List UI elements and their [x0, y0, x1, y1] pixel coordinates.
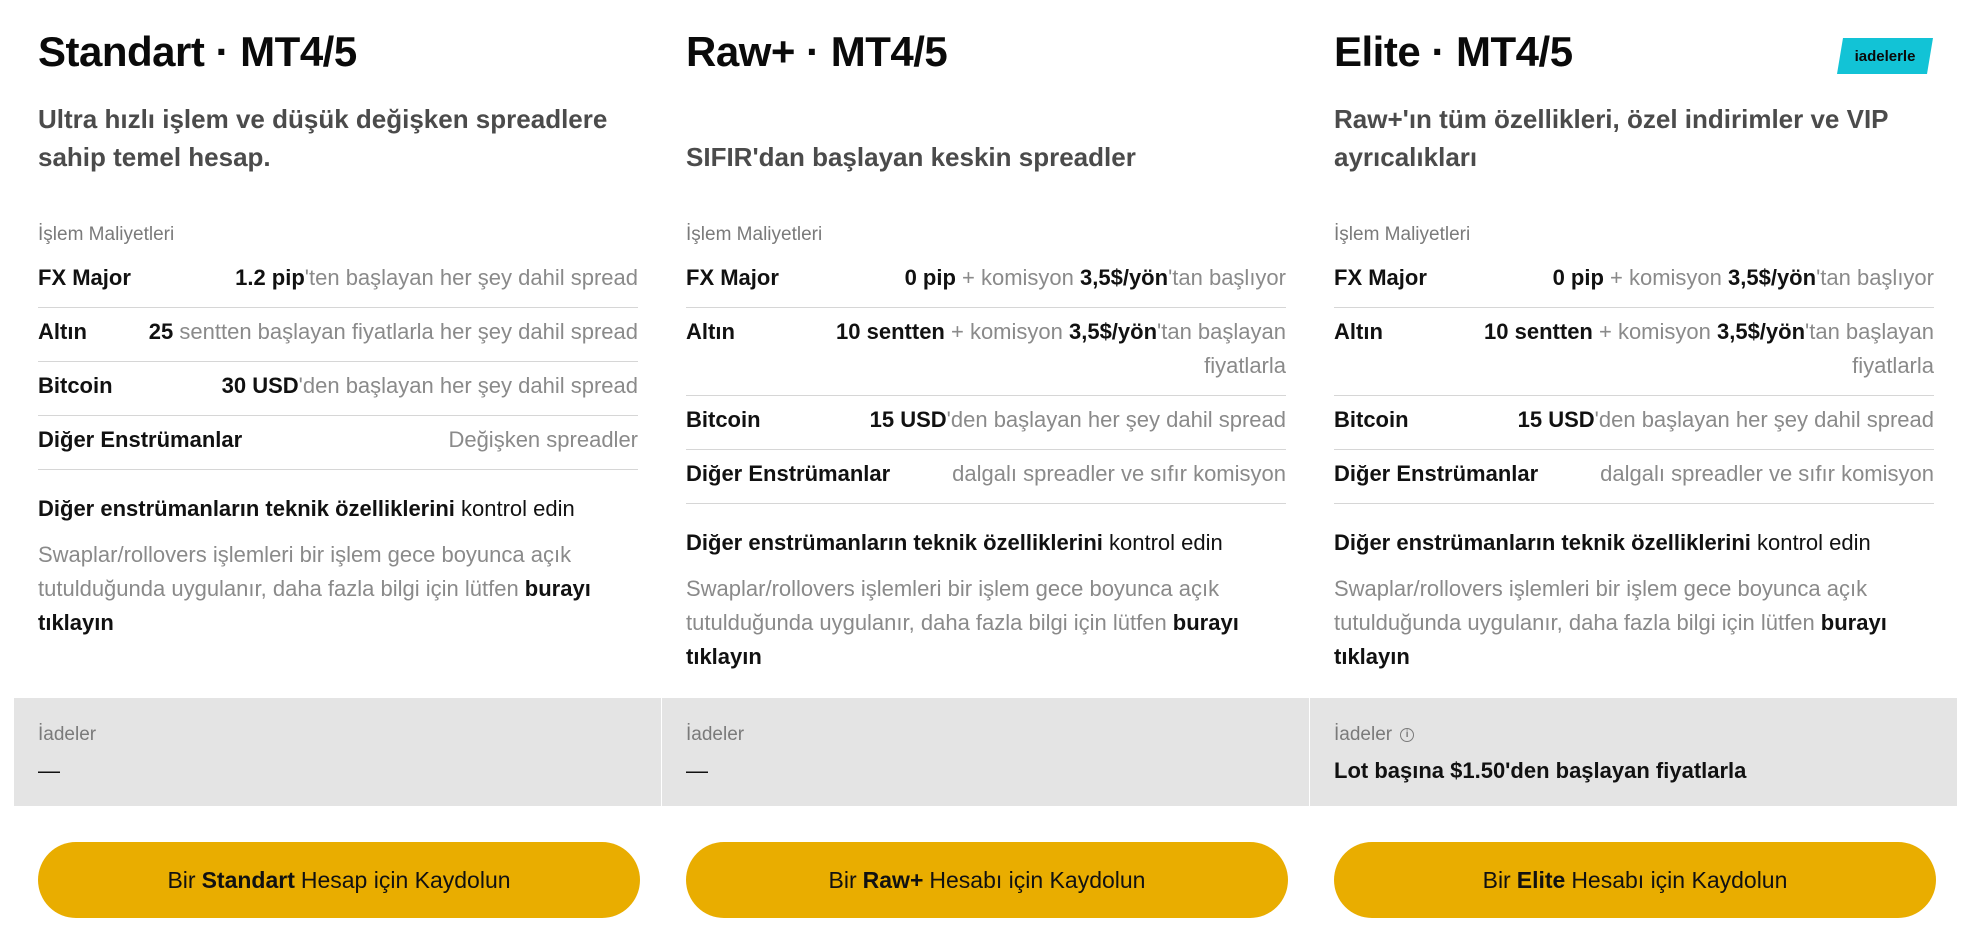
cost-row-label: FX Major	[686, 265, 779, 290]
costs-list: FX Major 0 pip + komisyon 3,5$/yön'tan b…	[686, 254, 1286, 674]
cost-row-bitcoin: Bitcoin 30 USD'den başlayan her şey dahi…	[38, 362, 638, 416]
cost-row-fx-major: FX Major 0 pip + komisyon 3,5$/yön'tan b…	[686, 254, 1286, 308]
instrument-specs-link[interactable]: Diğer enstrümanların teknik özelliklerin…	[38, 494, 638, 524]
cost-row-value: Değişken spreadler	[448, 427, 638, 452]
cost-row-label: Diğer Enstrümanlar	[686, 461, 891, 486]
instrument-specs-link[interactable]: Diğer enstrümanların teknik özelliklerin…	[1334, 528, 1934, 558]
rebates-panel: İadeler i Lot başına $1.50'den başlayan f…	[1310, 698, 1957, 806]
swap-note: Swaplar/rollovers işlemleri bir işlem ge…	[38, 542, 591, 635]
cost-row-label: Altın	[38, 319, 87, 344]
swap-note: Swaplar/rollovers işlemleri bir işlem ge…	[686, 576, 1239, 669]
signup-elite-button[interactable]: Bir Elite Hesabı için Kaydolun	[1334, 842, 1936, 918]
cost-row-gold: Altın 10 sentten + komisyon 3,5$/yön'tan…	[1334, 308, 1934, 396]
info-icon[interactable]: i	[1400, 728, 1415, 742]
signup-raw-plus-button[interactable]: Bir Raw+ Hesabı için Kaydolun	[686, 842, 1288, 918]
rebates-panel: İadeler —	[662, 698, 1309, 806]
cost-row-other-instruments: Diğer Enstrümanlar Değişken spreadler	[38, 416, 638, 470]
cost-row-label: Bitcoin	[686, 407, 761, 432]
cost-row-gold: Altın 25 sentten başlayan fiyatlarla her…	[38, 308, 638, 362]
cost-row-fx-major: FX Major 0 pip + komisyon 3,5$/yön'tan b…	[1334, 254, 1934, 308]
cost-row-label: Bitcoin	[1334, 407, 1409, 432]
costs-list: FX Major 0 pip + komisyon 3,5$/yön'tan b…	[1334, 254, 1934, 674]
cost-row-value: 15 USD'den başlayan her şey dahil spread	[869, 407, 1286, 432]
cost-row-label: Bitcoin	[38, 373, 113, 398]
cost-row-label: Diğer Enstrümanlar	[38, 427, 243, 452]
costs-list: FX Major 1.2 pip'ten başlayan her şey da…	[38, 254, 638, 640]
plan-subtitle: SIFIR'dan başlayan keskin spreadler	[686, 142, 1136, 172]
cost-row-value: 30 USD'den başlayan her şey dahil spread	[221, 373, 638, 398]
cost-row-other-instruments: Diğer Enstrümanlar dalgalı spreadler ve …	[1334, 450, 1934, 504]
plan-title: Raw+ · MT4/5	[686, 28, 948, 75]
cost-row-label: FX Major	[38, 265, 131, 290]
cost-row-value: 0 pip + komisyon 3,5$/yön'tan başlıyor	[1552, 265, 1934, 290]
cost-row-value: 25 sentten başlayan fiyatlarla her şey d…	[148, 319, 638, 344]
costs-section-label: İşlem Maliyetleri	[1334, 224, 1471, 245]
plan-card-raw-plus: Raw+ · MT4/5 SIFIR'dan başlayan keskin s…	[662, 0, 1309, 944]
cost-row-other-instruments: Diğer Enstrümanlar dalgalı spreadler ve …	[686, 450, 1286, 504]
cost-row-fx-major: FX Major 1.2 pip'ten başlayan her şey da…	[38, 254, 638, 308]
plan-card-elite: Elite · MT4/5 iadelerle Raw+'ın tüm özel…	[1310, 0, 1957, 944]
cost-row-value: 1.2 pip'ten başlayan her şey dahil sprea…	[235, 265, 638, 290]
cost-row-value: 10 sentten + komisyon 3,5$/yön'tan başla…	[836, 319, 1286, 378]
cost-row-bitcoin: Bitcoin 15 USD'den başlayan her şey dahi…	[686, 396, 1286, 450]
rebates-badge: iadelerle	[1837, 38, 1933, 74]
rebates-label: İadeler i	[1334, 724, 1415, 746]
cost-row-label: Altın	[686, 319, 735, 344]
cost-row-label: FX Major	[1334, 265, 1427, 290]
cost-row-value: dalgalı spreadler ve sıfır komisyon	[952, 461, 1286, 486]
cost-row-label: Altın	[1334, 319, 1383, 344]
plan-title: Elite · MT4/5	[1334, 28, 1573, 75]
cost-row-value: 0 pip + komisyon 3,5$/yön'tan başlıyor	[904, 265, 1286, 290]
rebates-value: —	[38, 758, 60, 783]
instrument-specs-link[interactable]: Diğer enstrümanların teknik özelliklerin…	[686, 528, 1286, 558]
cost-row-label: Diğer Enstrümanlar	[1334, 461, 1539, 486]
account-plans-grid: Standart · MT4/5 Ultra hızlı işlem ve dü…	[14, 0, 1957, 944]
swap-note: Swaplar/rollovers işlemleri bir işlem ge…	[1334, 576, 1887, 669]
cost-row-bitcoin: Bitcoin 15 USD'den başlayan her şey dahi…	[1334, 396, 1934, 450]
plan-subtitle: Ultra hızlı işlem ve düşük değişken spre…	[38, 104, 608, 172]
rebates-value: —	[686, 758, 708, 783]
plan-card-standart: Standart · MT4/5 Ultra hızlı işlem ve dü…	[14, 0, 661, 944]
signup-standart-button[interactable]: Bir Standart Hesap için Kaydolun	[38, 842, 640, 918]
cost-row-value: 10 sentten + komisyon 3,5$/yön'tan başla…	[1484, 319, 1934, 378]
rebates-panel: İadeler —	[14, 698, 661, 806]
costs-section-label: İşlem Maliyetleri	[686, 224, 823, 245]
plan-title: Standart · MT4/5	[38, 28, 357, 75]
cost-row-gold: Altın 10 sentten + komisyon 3,5$/yön'tan…	[686, 308, 1286, 396]
costs-section-label: İşlem Maliyetleri	[38, 224, 175, 245]
rebates-label: İadeler	[686, 724, 745, 745]
cost-row-value: dalgalı spreadler ve sıfır komisyon	[1600, 461, 1934, 486]
cost-row-value: 15 USD'den başlayan her şey dahil spread	[1517, 407, 1934, 432]
rebates-label: İadeler	[38, 724, 97, 745]
plan-subtitle: Raw+'ın tüm özellikleri, özel indirimler…	[1334, 104, 1889, 172]
rebates-value: Lot başına $1.50'den başlayan fiyatlarla	[1334, 758, 1747, 783]
